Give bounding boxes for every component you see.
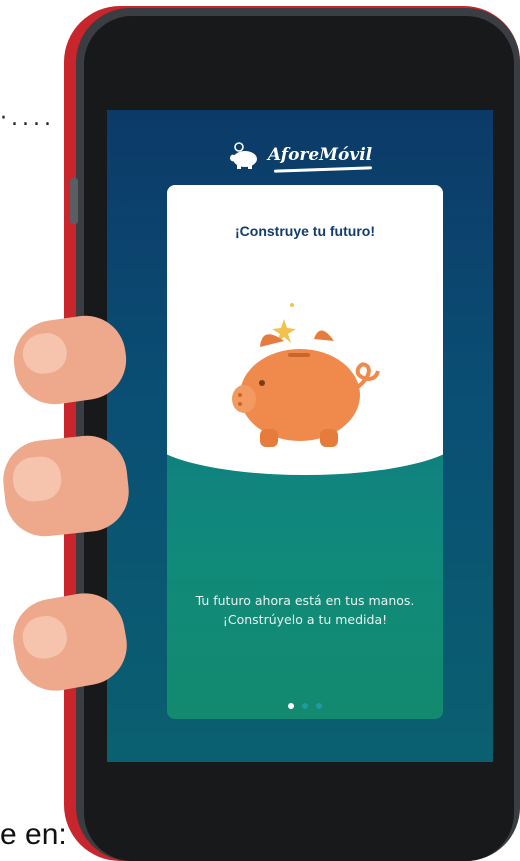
app-logo: AforeMóvil (107, 132, 493, 178)
caption-fragment: e en: (0, 818, 67, 851)
phone-screen: AforeMóvil ¡Construye tu futuro! Tu futu… (107, 110, 493, 762)
card-title: ¡Construye tu futuro! (235, 223, 375, 239)
card-description: Tu futuro ahora está en tus manos. ¡Cons… (195, 593, 415, 627)
page-dot-3[interactable] (316, 703, 322, 709)
app-logo-text: AforeMóvil (267, 145, 373, 165)
phone-side-button (70, 178, 78, 224)
piggy-bank-icon (232, 303, 380, 447)
page-indicator[interactable] (167, 701, 443, 711)
page-dot-1[interactable] (288, 703, 294, 709)
onboarding-card[interactable]: ¡Construye tu futuro! Tu futuro ahora es… (167, 185, 443, 719)
decorative-dotted-line: ·.... (0, 106, 55, 131)
piggy-logo-icon (229, 142, 257, 169)
page-dot-2[interactable] (302, 703, 308, 709)
